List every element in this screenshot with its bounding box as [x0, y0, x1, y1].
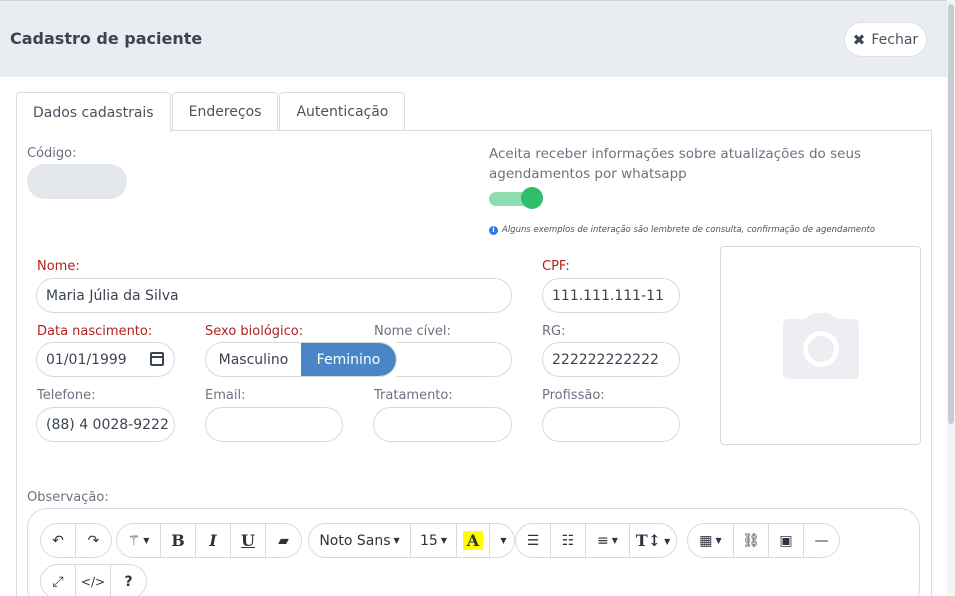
nome-value: Maria Júlia da Silva — [46, 287, 179, 304]
color-dropdown-icon[interactable]: ▼ — [490, 524, 514, 557]
underline-icon[interactable]: U — [231, 524, 266, 557]
sexo-option-feminino[interactable]: Feminino — [301, 343, 396, 376]
telefone-input[interactable]: (88) 4 0028-9222 — [36, 407, 175, 442]
text-color-icon[interactable]: A — [457, 524, 490, 557]
cpf-value: 111.111.111-11 — [552, 287, 664, 304]
nome-input[interactable]: Maria Júlia da Silva — [36, 278, 512, 313]
close-icon: ✖ — [852, 30, 866, 49]
fullscreen-icon[interactable]: ⤢ — [41, 565, 76, 596]
nome-label: Nome: — [37, 259, 80, 274]
font-size-value: 15 — [420, 532, 438, 549]
codigo-label: Código: — [27, 146, 77, 161]
info-icon: i — [489, 225, 498, 235]
italic-icon[interactable]: I — [196, 524, 231, 557]
sexo-label: Sexo biológico: — [205, 324, 304, 339]
code-view-icon[interactable]: </> — [76, 565, 111, 596]
font-family-value: Noto Sans — [319, 532, 391, 549]
link-icon[interactable]: ⛓ — [734, 524, 769, 557]
insert-group: ▦ ▼ ⛓ ▣ — — [687, 523, 840, 558]
nascimento-input[interactable]: 01/01/1999 — [36, 342, 175, 377]
scrollbar-thumb[interactable] — [948, 4, 954, 424]
horizontal-rule-icon[interactable]: — — [804, 524, 839, 557]
table-icon[interactable]: ▦ ▼ — [688, 524, 734, 557]
telefone-value: (88) 4 0028-9222 — [46, 416, 169, 433]
magic-icon[interactable]: ⚚ ▼ — [117, 524, 161, 557]
bullet-list-icon[interactable]: ☰ — [516, 524, 551, 557]
nome-civel-input[interactable] — [396, 342, 512, 377]
eraser-icon[interactable]: ▰ — [266, 524, 301, 557]
view-group: ⤢ </> ? — [40, 564, 147, 596]
tratamento-input[interactable] — [373, 407, 512, 442]
camera-icon — [782, 312, 859, 379]
nascimento-value: 01/01/1999 — [46, 351, 127, 368]
hint-text: Alguns exemplos de interação são lembret… — [502, 225, 876, 235]
email-label: Email: — [205, 388, 246, 403]
whatsapp-toggle[interactable] — [489, 187, 543, 209]
bold-icon[interactable]: B — [161, 524, 196, 557]
text-height-icon[interactable]: T↕ ▼ — [630, 524, 676, 557]
redo-icon[interactable]: ↷ — [76, 524, 111, 557]
rg-label: RG: — [542, 324, 566, 339]
cpf-label: CPF: — [542, 259, 570, 274]
style-group: ⚚ ▼ B I U ▰ — [116, 523, 302, 558]
tab-bar: Dados cadastrais Endereços Autenticação — [16, 92, 406, 132]
numbered-list-icon[interactable]: ☷ — [551, 524, 586, 557]
tratamento-label: Tratamento: — [374, 388, 453, 403]
tab-dados-cadastrais[interactable]: Dados cadastrais — [16, 92, 171, 132]
email-input[interactable] — [205, 407, 343, 442]
observacao-label: Observação: — [27, 490, 109, 505]
cpf-input[interactable]: 111.111.111-11 — [542, 278, 680, 313]
tab-divider — [168, 130, 932, 131]
font-size-dropdown[interactable]: 15 ▼ — [411, 524, 457, 557]
toggle-knob — [521, 187, 543, 209]
modal-header: Cadastro de paciente ✖ Fechar — [0, 0, 947, 77]
nome-civel-label: Nome cível: — [374, 324, 451, 339]
telefone-label: Telefone: — [37, 388, 96, 403]
panel-border-left — [16, 131, 17, 596]
nascimento-label: Data nascimento: — [37, 324, 153, 339]
paragraph-group: ☰ ☷ ≡ ▼ T↕ ▼ — [515, 523, 677, 558]
font-group: Noto Sans ▼ 15 ▼ A ▼ — [308, 523, 515, 558]
tab-autenticacao[interactable]: Autenticação — [279, 92, 406, 131]
profissao-input[interactable] — [542, 407, 680, 442]
calendar-icon[interactable] — [150, 352, 164, 366]
codigo-field — [27, 164, 127, 199]
help-icon[interactable]: ? — [111, 565, 146, 596]
align-icon[interactable]: ≡ ▼ — [586, 524, 630, 557]
tab-enderecos[interactable]: Endereços — [171, 92, 279, 131]
sexo-selector: Masculino Feminino — [205, 342, 397, 377]
page-title: Cadastro de paciente — [10, 29, 203, 48]
close-label: Fechar — [871, 31, 919, 48]
scrollbar[interactable] — [947, 0, 955, 596]
undo-icon[interactable]: ↶ — [41, 524, 76, 557]
close-button[interactable]: ✖ Fechar — [844, 22, 927, 57]
whatsapp-hint: i Alguns exemplos de interação são lembr… — [489, 225, 875, 235]
photo-upload[interactable] — [720, 246, 921, 445]
profissao-label: Profissão: — [542, 388, 605, 403]
rg-value: 222222222222 — [552, 351, 659, 368]
rg-input[interactable]: 222222222222 — [542, 342, 680, 377]
sexo-option-masculino[interactable]: Masculino — [206, 343, 301, 376]
whatsapp-consent-label: Aceita receber informações sobre atualiz… — [489, 146, 862, 182]
font-family-dropdown[interactable]: Noto Sans ▼ — [309, 524, 411, 557]
image-icon[interactable]: ▣ — [769, 524, 804, 557]
history-group: ↶ ↷ — [40, 523, 112, 558]
panel-border-right — [931, 131, 932, 596]
